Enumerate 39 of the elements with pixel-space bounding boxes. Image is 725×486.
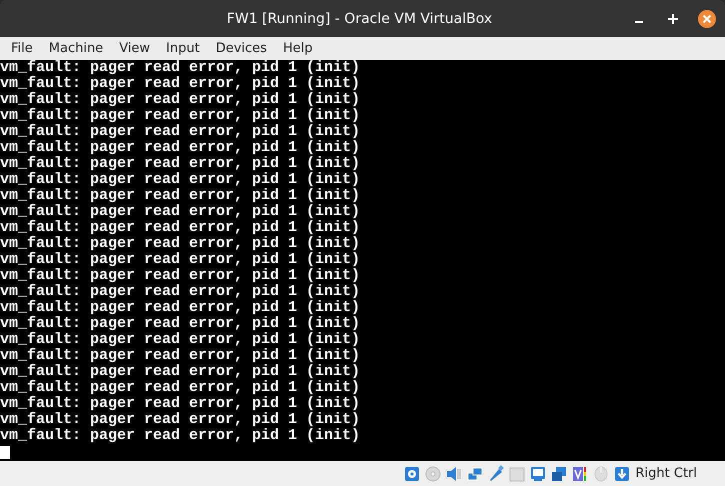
console-line: vm_fault: pager read error, pid 1 (init) xyxy=(0,108,360,124)
console-line: vm_fault: pager read error, pid 1 (init) xyxy=(0,284,360,300)
console-line: vm_fault: pager read error, pid 1 (init) xyxy=(0,268,360,284)
console-line: vm_fault: pager read error, pid 1 (init) xyxy=(0,220,360,236)
windows-icon[interactable] xyxy=(550,464,568,482)
console-line: vm_fault: pager read error, pid 1 (init) xyxy=(0,156,360,172)
console-line: vm_fault: pager read error, pid 1 (init) xyxy=(0,204,360,220)
window-title: FW1 [Running] - Oracle VM VirtualBox xyxy=(226,10,494,26)
console-line: vm_fault: pager read error, pid 1 (init) xyxy=(0,60,360,76)
menu-item[interactable]: Machine xyxy=(40,41,112,56)
virtualization-icon[interactable] xyxy=(570,464,588,482)
console-line: vm_fault: pager read error, pid 1 (init) xyxy=(0,412,360,428)
speaker-icon[interactable] xyxy=(444,464,462,482)
console-line: vm_fault: pager read error, pid 1 (init) xyxy=(0,332,360,348)
console-line: vm_fault: pager read error, pid 1 (init) xyxy=(0,316,360,332)
menu-item[interactable]: View xyxy=(111,41,158,56)
console-line: vm_fault: pager read error, pid 1 (init) xyxy=(0,172,360,188)
console-line: vm_fault: pager read error, pid 1 (init) xyxy=(0,396,360,412)
arrow-down-icon[interactable] xyxy=(612,464,630,482)
console-line: vm_fault: pager read error, pid 1 (init) xyxy=(0,348,360,364)
host-key-label: Right Ctrl xyxy=(636,466,697,481)
console-line: vm_fault: pager read error, pid 1 (init) xyxy=(0,236,360,252)
console-line: vm_fault: pager read error, pid 1 (init) xyxy=(0,188,360,204)
console-line: vm_fault: pager read error, pid 1 (init) xyxy=(0,252,360,268)
menu-item[interactable]: File xyxy=(3,41,41,56)
menu-item[interactable]: Input xyxy=(158,41,208,56)
menu-item[interactable]: Help xyxy=(274,41,321,56)
console-line: vm_fault: pager read error, pid 1 (init) xyxy=(0,364,360,380)
console-line: vm_fault: pager read error, pid 1 (init) xyxy=(0,140,360,156)
console-line: vm_fault: pager read error, pid 1 (init) xyxy=(0,428,360,444)
menu-item[interactable]: Devices xyxy=(208,41,275,56)
console-line: vm_fault: pager read error, pid 1 (init) xyxy=(0,124,360,140)
console-line: vm_fault: pager read error, pid 1 (init) xyxy=(0,92,360,108)
network-icon[interactable] xyxy=(466,464,484,482)
console-line: vm_fault: pager read error, pid 1 (init) xyxy=(0,76,360,92)
close-icon[interactable] xyxy=(697,8,717,28)
console-line: vm_fault: pager read error, pid 1 (init) xyxy=(0,380,360,396)
console-line: vm_fault: pager read error, pid 1 (init) xyxy=(0,300,360,316)
display-icon[interactable] xyxy=(528,464,546,482)
